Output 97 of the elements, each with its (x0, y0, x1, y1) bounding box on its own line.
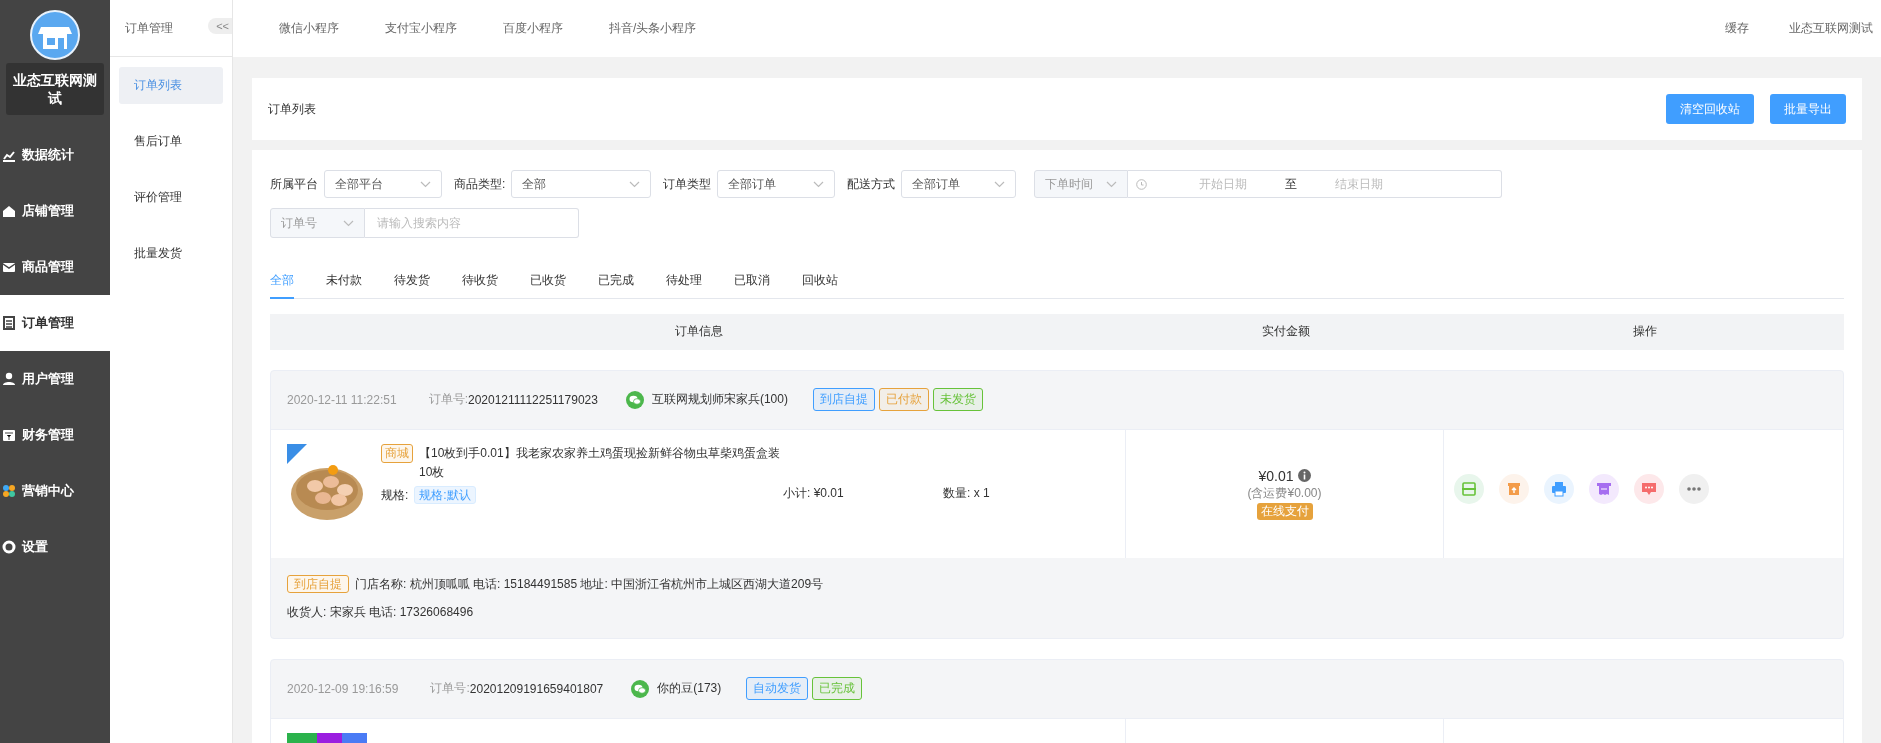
order-time: 2020-12-09 19:16:59 (287, 681, 399, 696)
nav-item[interactable]: 商品管理 (0, 239, 110, 295)
status-tab[interactable]: 待处理 (666, 272, 702, 299)
user-icon (2, 372, 16, 386)
subnav-title: 订单管理 (125, 19, 173, 37)
source-tag: 商城 (381, 443, 413, 463)
platform-tab[interactable]: 微信小程序 (261, 20, 357, 37)
order-number: 20201211112251179023 (468, 392, 598, 407)
list-icon (2, 316, 16, 330)
settings-icon (2, 540, 16, 554)
status-tag: 自动发货 (746, 677, 809, 700)
platform-tab[interactable]: 抖音/头条小程序 (591, 20, 715, 37)
house-icon (2, 204, 16, 218)
chevron-down-icon (629, 180, 641, 188)
order-number-label: 订单号: (430, 680, 470, 697)
chevron-down-icon (813, 180, 825, 188)
column-header: 操作 (1631, 323, 1658, 340)
paid-amount: ¥0.01 (1258, 467, 1294, 484)
filter-label: 配送方式 (847, 175, 896, 193)
select-value: 全部订单 (912, 175, 961, 193)
subnav-item[interactable]: 评价管理 (119, 179, 223, 216)
platform-tab[interactable]: 百度小程序 (485, 20, 581, 37)
brand-name: 业态互联网测试 (6, 63, 104, 115)
message-icon[interactable] (1634, 473, 1664, 504)
select-field[interactable]: 全部订单 (901, 170, 1017, 198)
nav-item[interactable]: 数据统计 (0, 127, 110, 183)
nav-item[interactable]: 营销中心 (0, 463, 110, 519)
shipping-fee: (含运费¥0.00) (1247, 484, 1322, 502)
filter-label: 所属平台 (270, 175, 318, 193)
select-value: 订单号 (281, 214, 317, 232)
select-value: 全部平台 (335, 175, 383, 193)
search-field[interactable]: 请输入搜索内容 (365, 208, 579, 238)
chat-bubbles-icon (631, 679, 650, 698)
buyer-name: 你的豆(173) (657, 680, 722, 697)
select-value: 全部订单 (728, 175, 777, 193)
user-menu[interactable]: 业态互联网测试 (1789, 20, 1873, 37)
column-header: 订单信息 (673, 323, 724, 340)
payment-badge: 在线支付 (1256, 502, 1313, 520)
cache-link[interactable]: 缓存 (1725, 20, 1749, 37)
column-header: 实付金额 (1261, 323, 1311, 340)
nav-item[interactable]: 财务管理 (0, 407, 110, 463)
status-tab[interactable]: 回收站 (802, 272, 838, 299)
box-icon[interactable] (1499, 473, 1529, 504)
subnav-item[interactable]: 批量发货 (119, 235, 223, 272)
range-separator: 至 (1285, 175, 1299, 193)
subnav-item[interactable]: 售后订单 (119, 123, 223, 160)
more-icon[interactable] (1679, 473, 1709, 504)
receipt-icon[interactable] (1589, 473, 1619, 504)
order-number-label: 订单号: (428, 391, 468, 408)
receiver-info: 收货人: 宋家兵 电话: 17326068496 (287, 603, 475, 621)
order-number: 20201209191659401807 (469, 681, 604, 696)
order-time: 2020-12-11 11:22:51 (287, 392, 397, 407)
chevron-down-icon (994, 180, 1006, 188)
nav-item[interactable]: 设置 (0, 519, 110, 575)
spec-tag: 规格:默认 (414, 486, 476, 504)
start-date-placeholder: 开始日期 (1199, 175, 1249, 193)
status-tag: 到店自提 (812, 388, 875, 411)
select-field[interactable]: 全部 (511, 170, 652, 198)
clock-icon (1136, 178, 1148, 190)
product-title: 【10枚到手0.01】我老家农家养土鸡蛋现捡新鲜谷物虫草柴鸡蛋盒装10枚 (419, 444, 781, 481)
chat-bubbles-icon (625, 390, 644, 409)
store-info: 门店名称: 杭州顶呱呱 电话: 15184491585 地址: 中国浙江省杭州市上城区西湖大道209号 (355, 576, 824, 591)
status-tab[interactable]: 已收货 (530, 272, 566, 299)
end-date-placeholder: 结束日期 (1335, 175, 1384, 193)
status-tab[interactable]: 未付款 (326, 272, 362, 299)
petals-icon (2, 484, 16, 498)
info-icon (1297, 469, 1311, 482)
chevron-down-icon (1106, 180, 1118, 188)
status-tab[interactable]: 待收货 (462, 272, 498, 299)
buyer-name: 互联网规划师宋家兵(100) (651, 391, 788, 408)
scan-icon[interactable] (1454, 473, 1484, 504)
select-value: 全部 (522, 175, 547, 193)
status-tab[interactable]: 待发货 (394, 272, 430, 299)
filter-label: 订单类型 (663, 175, 712, 193)
nav-item[interactable]: 订单管理 (0, 295, 110, 351)
status-tab[interactable]: 已完成 (598, 272, 634, 299)
select-field[interactable]: 全部订单 (717, 170, 836, 198)
status-tag: 未发货 (932, 388, 983, 411)
chevron-down-icon (343, 219, 354, 227)
quantity: 数量: x 1 (943, 485, 990, 502)
nav-item[interactable]: 店铺管理 (0, 183, 110, 239)
status-tab[interactable]: 已取消 (734, 272, 770, 299)
subtotal: 小计: ¥0.01 (783, 485, 845, 502)
filter-label: 商品类型: (454, 175, 506, 193)
status-tag: 已完成 (812, 677, 863, 700)
nav-item[interactable]: 用户管理 (0, 351, 110, 407)
select-value: 下单时间 (1045, 175, 1094, 193)
page-title: 订单列表 (268, 100, 316, 118)
chevron-down-icon (420, 180, 431, 188)
spec-label: 规格: (381, 486, 409, 504)
select-field[interactable]: 全部平台 (324, 170, 442, 198)
shop-logo-icon (30, 10, 80, 60)
status-tag: 已付款 (878, 388, 929, 411)
platform-tab[interactable]: 支付宝小程序 (367, 20, 475, 37)
date-range-field[interactable]: 开始日期 至 结束日期 (1128, 170, 1503, 198)
delivery-tag: 到店自提 (287, 574, 349, 593)
printer-icon[interactable] (1544, 473, 1574, 504)
